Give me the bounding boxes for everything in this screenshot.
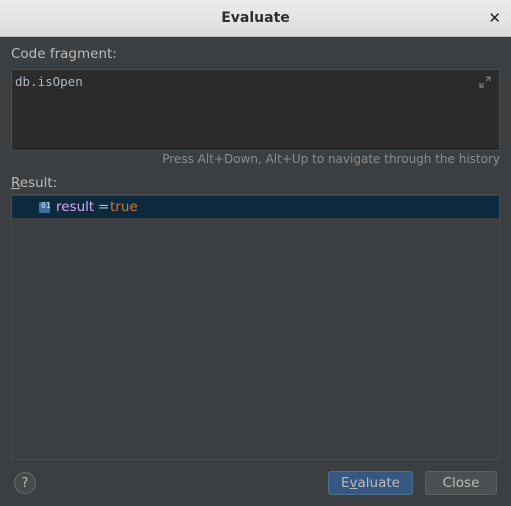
code-fragment-editor[interactable]: db.isOpen (11, 69, 500, 151)
result-label-rest: esult: (19, 175, 58, 191)
evaluate-label-pre: E (341, 475, 350, 491)
object-icon-text: 01 (41, 201, 51, 210)
code-fragment-label: Code fragment: (11, 46, 117, 62)
close-icon[interactable]: ✕ (488, 0, 501, 36)
evaluate-label-mnemonic: v (349, 475, 358, 491)
expand-icon[interactable] (479, 76, 491, 88)
code-fragment-text[interactable]: db.isOpen (15, 74, 83, 89)
help-button[interactable]: ? (14, 472, 36, 494)
result-row[interactable]: 01 result = true (12, 196, 499, 218)
evaluate-dialog: Evaluate ✕ Code fragment: db.isOpen Pres… (0, 0, 511, 506)
result-value: true (110, 199, 138, 215)
result-name: result (56, 199, 95, 215)
evaluate-button[interactable]: Evaluate (328, 471, 413, 495)
result-tree[interactable]: 01 result = true (11, 194, 500, 460)
dialog-title: Evaluate (221, 10, 290, 26)
object-icon: 01 (39, 201, 51, 213)
result-label-mnemonic: R (11, 175, 20, 191)
result-label: Result: (11, 175, 57, 191)
history-hint: Press Alt+Down, Alt+Up to navigate throu… (162, 152, 500, 166)
close-button[interactable]: Close (425, 471, 497, 495)
evaluate-label-post: aluate (357, 475, 400, 491)
result-equals: = (98, 199, 110, 215)
title-bar: Evaluate ✕ (0, 0, 511, 37)
